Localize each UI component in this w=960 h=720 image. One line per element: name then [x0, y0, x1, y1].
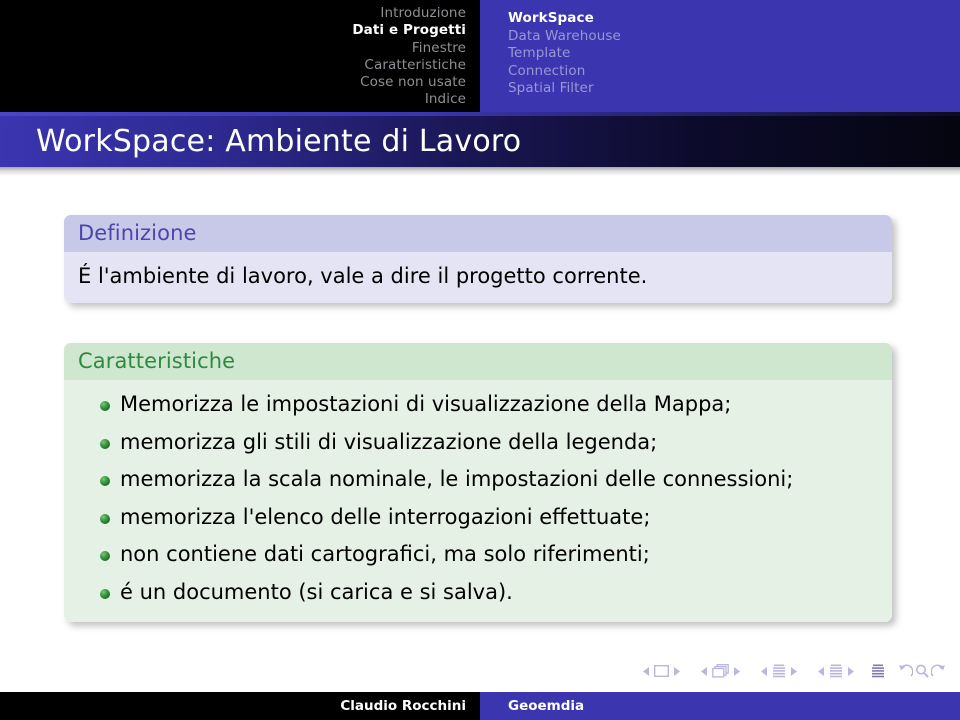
definition-block-title: Definizione [64, 215, 892, 252]
list-item: memorizza gli stili di visualizzazione d… [78, 430, 876, 456]
footer-author: Claudio Rocchini [0, 692, 480, 720]
features-block-title: Caratteristiche [64, 343, 892, 380]
go-forward-icon[interactable] [931, 664, 946, 678]
title-shadow [0, 167, 960, 176]
footer-institute: Geoemdia [480, 692, 960, 720]
navsym-slide-group [639, 665, 684, 677]
footline: Claudio Rocchini Geoemdia [0, 692, 960, 720]
previous-subsection-icon[interactable] [761, 666, 768, 676]
navsym-backforward-group [898, 664, 946, 678]
next-subsection-icon[interactable] [790, 666, 797, 676]
previous-slide-icon[interactable] [643, 666, 650, 676]
frame-icon[interactable] [712, 664, 729, 678]
list-item: Memorizza le impostazioni di visualizzaz… [78, 392, 876, 418]
nav-section-introduzione[interactable]: Introduzione [0, 5, 466, 22]
nav-subsection-data-warehouse[interactable]: Data Warehouse [508, 28, 960, 46]
subsection-navigation: WorkSpace Data Warehouse Template Connec… [480, 0, 960, 112]
list-item: memorizza la scala nominale, le impostaz… [78, 467, 876, 493]
nav-subsection-spatial-filter[interactable]: Spatial Filter [508, 80, 960, 98]
previous-section-icon[interactable] [818, 666, 825, 676]
subsection-icon[interactable] [772, 664, 786, 678]
frame-title-bar: WorkSpace: Ambiente di Lavoro [0, 112, 960, 176]
definition-block: Definizione É l'ambiente di lavoro, vale… [64, 215, 892, 304]
beamer-navigation-symbols [0, 660, 960, 682]
bullet-sphere-icon [100, 551, 110, 562]
next-frame-icon[interactable] [733, 666, 740, 676]
title-background: WorkSpace: Ambiente di Lavoro [0, 116, 960, 167]
headline-navigation: Introduzione Dati e Progetti Finestre Ca… [0, 0, 960, 112]
nav-section-finestre[interactable]: Finestre [0, 40, 466, 57]
bullet-sphere-icon [100, 476, 110, 487]
section-navigation: Introduzione Dati e Progetti Finestre Ca… [0, 0, 480, 112]
list-item-label: memorizza gli stili di visualizzazione d… [120, 429, 658, 454]
navsym-subsection-group [757, 664, 801, 678]
list-item-label: é un documento (si carica e si salva). [120, 580, 513, 605]
bullet-sphere-icon [100, 589, 110, 600]
nav-subsection-workspace[interactable]: WorkSpace [508, 10, 960, 28]
list-item-label: memorizza la scala nominale, le impostaz… [120, 467, 794, 492]
navsym-presentation-group [871, 664, 885, 678]
nav-section-dati-e-progetti[interactable]: Dati e Progetti [0, 22, 466, 39]
features-block-body: Memorizza le impostazioni di visualizzaz… [64, 380, 892, 622]
list-item: é un documento (si carica e si salva). [78, 580, 876, 606]
slide-content: Definizione É l'ambiente di lavoro, vale… [0, 182, 960, 652]
find-icon[interactable] [915, 664, 929, 678]
page-title: WorkSpace: Ambiente di Lavoro [36, 124, 522, 159]
list-item-label: memorizza l'elenco delle interrogazioni … [120, 504, 651, 529]
nav-section-cose-non-usate[interactable]: Cose non usate [0, 74, 466, 91]
list-item-label: Memorizza le impostazioni di visualizzaz… [120, 392, 732, 416]
bullet-sphere-icon [100, 401, 110, 411]
list-item: non contiene dati cartografici, ma solo … [78, 542, 876, 568]
next-section-icon[interactable] [847, 666, 854, 676]
previous-frame-icon[interactable] [701, 666, 708, 676]
nav-section-indice[interactable]: Indice [0, 91, 466, 108]
nav-subsection-template[interactable]: Template [508, 45, 960, 63]
slide-icon[interactable] [654, 665, 669, 677]
go-back-icon[interactable] [898, 664, 913, 678]
list-item: memorizza l'elenco delle interrogazioni … [78, 505, 876, 531]
navsym-section-group [814, 664, 858, 678]
section-icon[interactable] [829, 664, 843, 678]
bullet-sphere-icon [100, 513, 110, 524]
definition-block-body: É l'ambiente di lavoro, vale a dire il p… [64, 252, 892, 304]
presentation-icon[interactable] [871, 664, 885, 678]
navsym-frame-group [697, 664, 744, 678]
next-slide-icon[interactable] [673, 666, 680, 676]
features-block: Caratteristiche Memorizza le impostazion… [64, 343, 892, 622]
nav-subsection-connection[interactable]: Connection [508, 63, 960, 81]
bullet-sphere-icon [100, 438, 110, 449]
nav-section-caratteristiche[interactable]: Caratteristiche [0, 57, 466, 74]
features-list: Memorizza le impostazioni di visualizzaz… [78, 392, 876, 606]
list-item-label: non contiene dati cartografici, ma solo … [120, 542, 650, 567]
